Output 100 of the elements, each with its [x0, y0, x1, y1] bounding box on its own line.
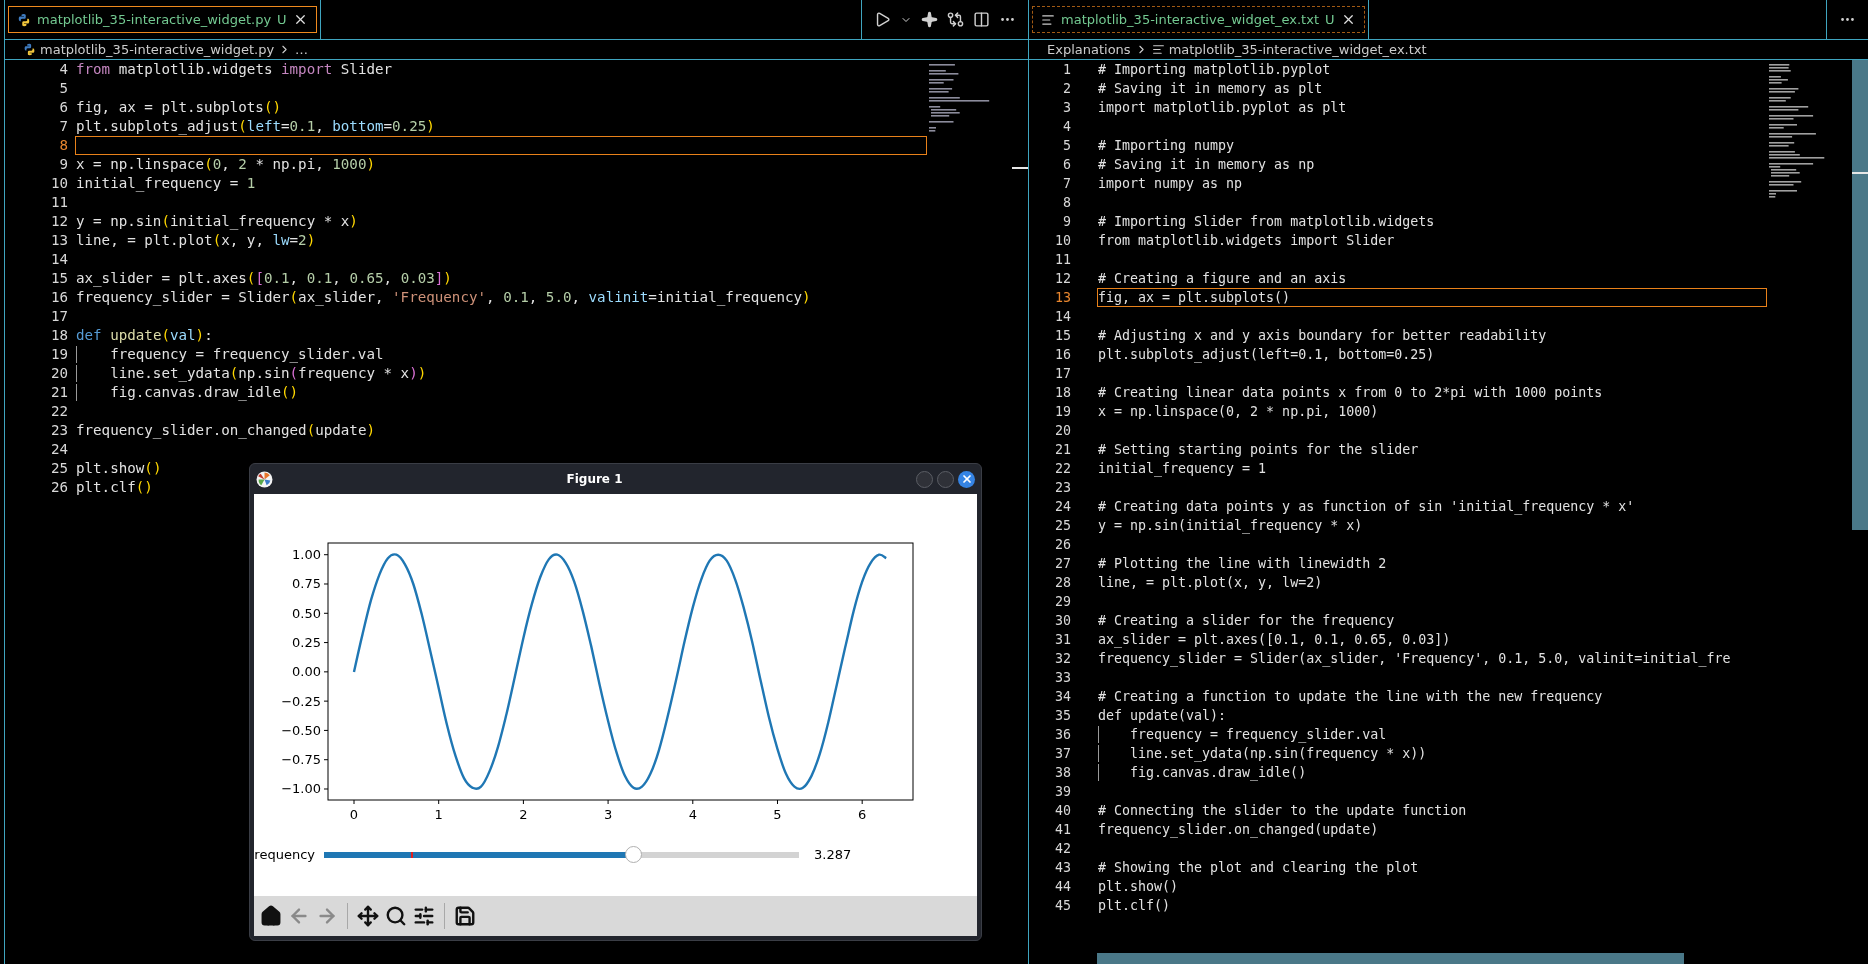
- tick-label: 0.25: [292, 635, 321, 651]
- line-number: 10: [1054, 232, 1072, 250]
- horizontal-scrollbar[interactable]: [1097, 953, 1684, 964]
- line-number: 19: [1054, 403, 1072, 421]
- code-line: x = np.linspace(0, 2 * np.pi, 1000): [1098, 402, 1379, 421]
- move-icon[interactable]: [357, 905, 379, 927]
- code-line: frequency = frequency_slider.val: [1130, 725, 1387, 745]
- tick-label: −1.00: [281, 781, 321, 797]
- code-line: plt.subplots_adjust(left=0.1, bottom=0.25): [1098, 345, 1435, 365]
- code-line: # Saving it in memory as np: [1098, 155, 1315, 174]
- code-line: plt.subplots_adjust(left=0.1, bottom=0.25): [76, 116, 435, 137]
- tick-mark: [861, 799, 863, 805]
- line-number: 8: [1062, 194, 1072, 212]
- code-line: fig.canvas.draw_idle(): [1130, 763, 1307, 783]
- code-line: # Setting starting points for the slider: [1098, 440, 1419, 459]
- editor-tab[interactable]: matplotlib_35-interactive_widget.py U: [8, 6, 317, 33]
- tick-mark: [323, 729, 329, 731]
- code-line: fig.canvas.draw_idle(): [110, 382, 299, 403]
- code-line: initial_frequency = 1: [76, 173, 256, 194]
- tick-label: 6: [858, 807, 867, 822]
- close-button[interactable]: [958, 470, 975, 488]
- zoom-icon[interactable]: [385, 905, 407, 927]
- line-number: 9: [58, 155, 69, 174]
- code-line: line.set_ydata(np.sin(frequency * x)): [110, 363, 427, 384]
- code-line: frequency_slider = Slider(ax_slider, 'Frequency', 0.1, 5.0, valinit=initial_fre: [1098, 649, 1731, 669]
- line-number: 26: [1054, 536, 1072, 554]
- line-number: 36: [1054, 726, 1072, 744]
- line-number: 1: [1062, 61, 1072, 79]
- line-number: 23: [1054, 479, 1072, 497]
- tick-mark: [323, 554, 329, 556]
- line-number: 11: [49, 193, 69, 212]
- code-line: frequency_slider.on_changed(update): [1098, 820, 1379, 840]
- line-number: 28: [1054, 574, 1072, 592]
- line-number: 21: [1054, 441, 1072, 459]
- file-type-icon: [17, 12, 31, 27]
- line-number: 20: [1054, 422, 1072, 440]
- tick-label: 5: [773, 807, 782, 822]
- sliders-icon[interactable]: [413, 905, 435, 927]
- line-number: 6: [1062, 156, 1072, 174]
- line-number: 15: [1054, 327, 1072, 345]
- tick-label: 1: [434, 807, 443, 822]
- code-line: initial_frequency = 1: [1098, 459, 1267, 479]
- home-icon[interactable]: [260, 905, 282, 927]
- breadcrumb-item[interactable]: matplotlib_35-interactive_widget.py: [40, 39, 275, 60]
- breadcrumb-item[interactable]: Explanations: [1047, 39, 1131, 60]
- line-number: 26: [49, 478, 69, 497]
- line-number: 22: [1054, 460, 1072, 478]
- lines-icon: [1041, 12, 1055, 27]
- tick-label: 4: [688, 807, 697, 822]
- line-number: 5: [1062, 137, 1072, 155]
- line-number: 11: [1054, 251, 1072, 269]
- code-line: ax_slider = plt.axes([0.1, 0.1, 0.65, 0.03]): [76, 268, 452, 289]
- line-number: 19: [49, 345, 69, 364]
- line-number: 41: [1054, 821, 1072, 839]
- line-number: 27: [1054, 555, 1072, 573]
- tick-label: 0: [349, 807, 359, 822]
- editor-tab[interactable]: matplotlib_35-interactive_widget_ex.txt U: [1032, 6, 1365, 33]
- line-number: 44: [1054, 878, 1072, 896]
- code-line: frequency = frequency_slider.val: [110, 344, 384, 365]
- tick-mark: [438, 799, 440, 805]
- code-line: import matplotlib.pyplot as plt: [1098, 98, 1347, 117]
- breadcrumb-item[interactable]: matplotlib_35-interactive_widget_ex.txt: [1168, 39, 1427, 60]
- code-line: line, = plt.plot(x, y, lw=2): [76, 230, 316, 250]
- tick-mark: [323, 612, 329, 614]
- line-number: 23: [49, 421, 69, 440]
- line-number: 34: [1054, 688, 1072, 706]
- code-line: # Creating linear data points x from 0 to 2*pi with 1000 points: [1098, 383, 1603, 402]
- window-title: Figure 1: [565, 471, 624, 488]
- line-number: 20: [49, 364, 69, 383]
- tick-label: −0.25: [281, 693, 321, 709]
- line-number: 45: [1054, 897, 1072, 915]
- run-icon[interactable]: [874, 11, 891, 28]
- breadcrumb-item[interactable]: …: [295, 39, 309, 60]
- line-number: 13: [1054, 289, 1072, 307]
- line-number: 31: [1054, 631, 1072, 649]
- code-line: # Showing the plot and clearing the plot: [1098, 858, 1419, 877]
- tick-mark: [323, 583, 329, 585]
- line-number: 2: [1062, 80, 1072, 98]
- line-number: 7: [58, 117, 69, 136]
- code-line: fig, ax = plt.subplots(): [76, 97, 281, 117]
- line-number: 24: [1054, 498, 1072, 516]
- code-line: # Creating a figure and an axis: [1098, 269, 1347, 288]
- line-number: 15: [49, 269, 69, 288]
- compare-icon[interactable]: [947, 11, 964, 28]
- tick-label: −0.75: [281, 752, 321, 768]
- split-editor-icon[interactable]: [973, 11, 990, 28]
- line-number: 42: [1054, 840, 1072, 858]
- line-number: 30: [1054, 612, 1072, 630]
- code-line: # Importing matplotlib.pyplot: [1098, 60, 1331, 79]
- line-number: 9: [1062, 213, 1072, 231]
- slider-label: requency: [254, 846, 316, 865]
- line-number: 14: [1054, 308, 1072, 326]
- save-icon[interactable]: [454, 905, 476, 927]
- code-line: x = np.linspace(0, 2 * np.pi, 1000): [76, 154, 375, 174]
- code-line: plt.show(): [1098, 877, 1179, 896]
- line-number: 24: [49, 440, 69, 459]
- sparkle-icon[interactable]: [921, 11, 938, 28]
- code-line: ax_slider = plt.axes([0.1, 0.1, 0.65, 0.03]): [1098, 630, 1451, 650]
- file-type-icon: [23, 43, 36, 56]
- code-line: from matplotlib.widgets import Slider: [76, 59, 393, 79]
